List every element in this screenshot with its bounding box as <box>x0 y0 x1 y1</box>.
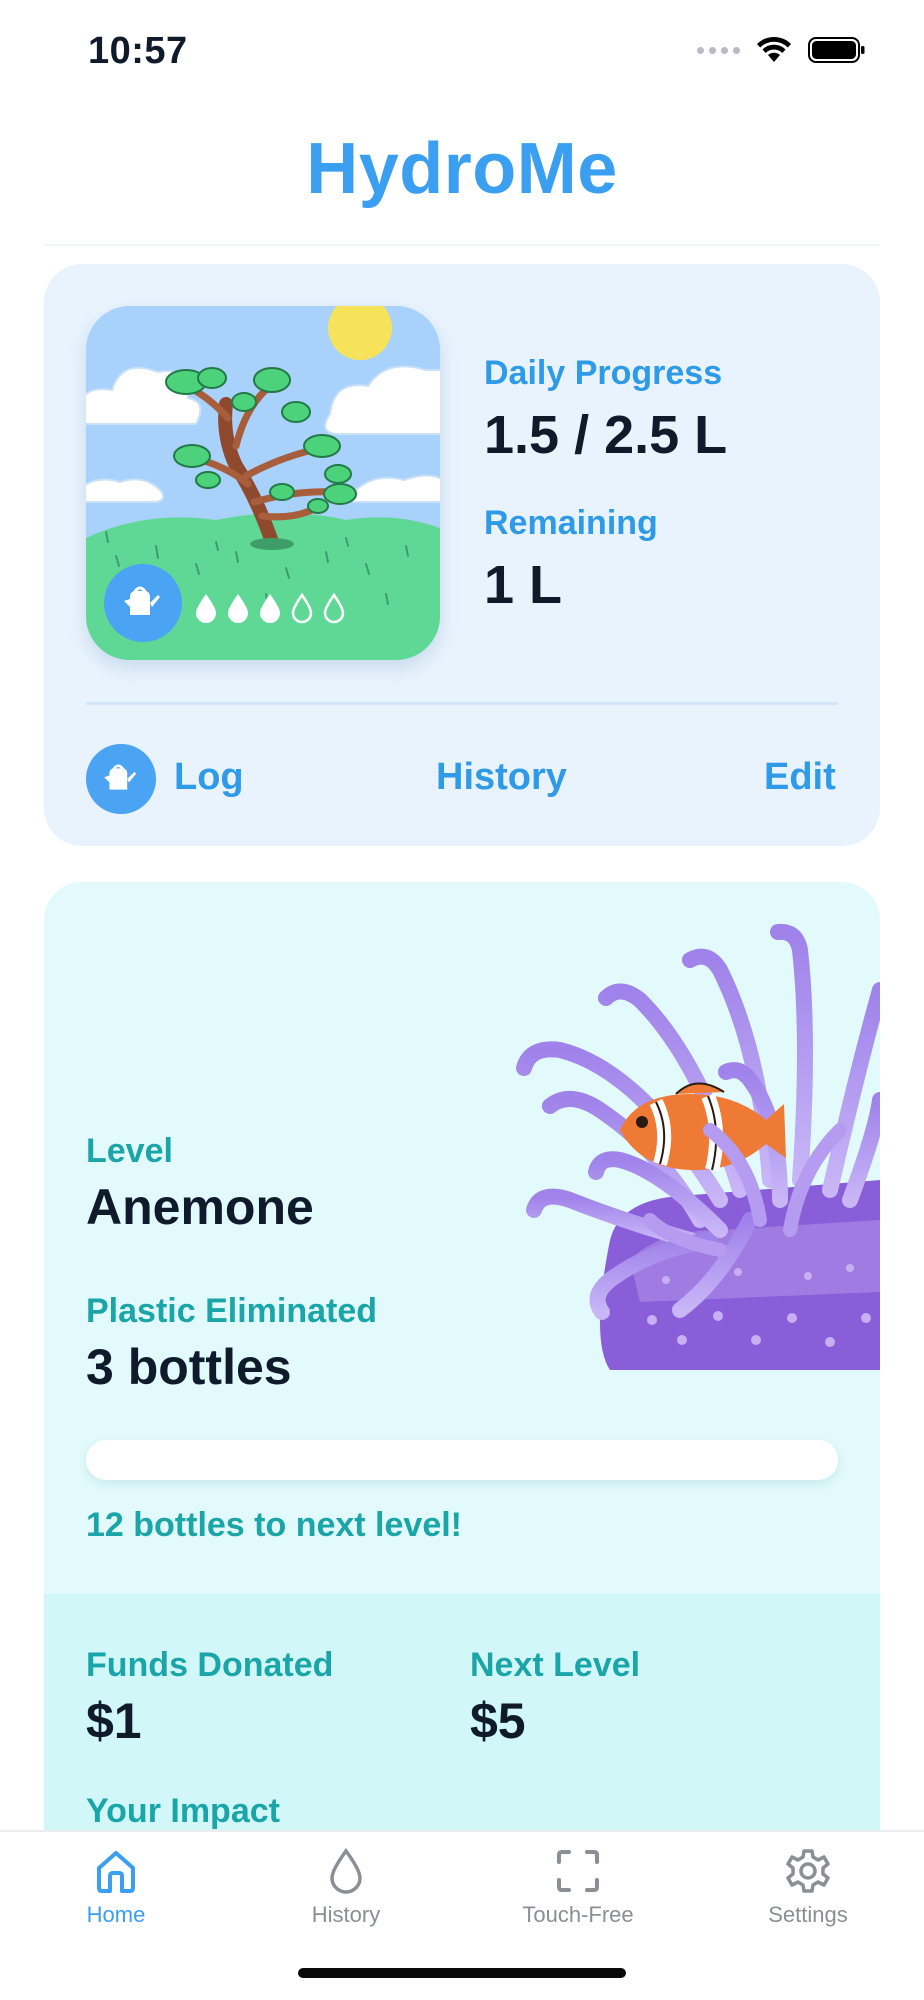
tree-scene-illustration <box>86 306 440 660</box>
next-level-value: $5 <box>470 1693 526 1749</box>
remaining-label: Remaining <box>484 504 658 542</box>
level-value: Anemone <box>86 1179 314 1235</box>
log-button-icon[interactable] <box>86 744 156 814</box>
daily-progress-value: 1.5 / 2.5 L <box>484 405 728 465</box>
gear-icon <box>786 1849 830 1893</box>
tab-home[interactable]: Home <box>36 1846 196 1928</box>
quick-log-button[interactable] <box>104 564 182 642</box>
next-level-label: Next Level <box>470 1646 641 1684</box>
your-impact-label: Your Impact <box>86 1792 280 1830</box>
tab-history[interactable]: History <box>266 1846 426 1928</box>
drop-filled-icon <box>228 594 248 623</box>
drop-icon <box>330 1848 362 1894</box>
next-level-note: 12 bottles to next level! <box>86 1506 462 1544</box>
watering-can-icon <box>104 764 137 790</box>
scan-frame-icon <box>557 1850 599 1892</box>
title-divider <box>44 244 880 246</box>
status-icons <box>697 36 866 64</box>
wifi-icon <box>757 36 791 62</box>
signal-dots-icon <box>697 46 740 54</box>
drop-indicators <box>194 592 346 624</box>
log-button[interactable]: Log <box>174 756 244 799</box>
daily-progress-label: Daily Progress <box>484 354 723 392</box>
drop-filled-icon <box>260 594 280 623</box>
watering-can-icon <box>124 586 160 615</box>
status-bar: 10:57 <box>0 0 924 100</box>
status-time: 10:57 <box>88 30 188 72</box>
funds-donated-label: Funds Donated <box>86 1646 334 1684</box>
edit-link[interactable]: Edit <box>764 756 836 799</box>
card-divider <box>86 702 838 705</box>
plastic-eliminated-label: Plastic Eliminated <box>86 1292 377 1330</box>
tab-history-label: History <box>311 1902 381 1927</box>
battery-icon <box>808 37 865 63</box>
tab-home-label: Home <box>86 1902 146 1927</box>
history-link[interactable]: History <box>436 756 567 799</box>
plastic-eliminated-value: 3 bottles <box>86 1339 292 1395</box>
funds-donated-value: $1 <box>86 1693 142 1749</box>
drop-empty-icon <box>323 592 345 624</box>
anemone-illustration <box>516 923 880 1370</box>
remaining-value: 1 L <box>484 555 563 615</box>
tab-settings[interactable]: Settings <box>728 1846 888 1928</box>
tab-settings-label: Settings <box>768 1902 848 1927</box>
drop-filled-icon <box>196 594 216 623</box>
level-label: Level <box>86 1132 173 1170</box>
home-icon <box>97 1851 135 1893</box>
tab-touch-free[interactable]: Touch-Free <box>498 1846 658 1928</box>
level-progress-bar <box>86 1440 838 1480</box>
app-title: HydroMe <box>306 129 618 209</box>
home-indicator <box>298 1968 626 1978</box>
tab-touch-free-label: Touch-Free <box>522 1902 634 1927</box>
daily-progress-card: Daily Progress 1.5 / 2.5 L Remaining 1 L… <box>44 264 880 846</box>
drop-empty-icon <box>291 592 313 624</box>
